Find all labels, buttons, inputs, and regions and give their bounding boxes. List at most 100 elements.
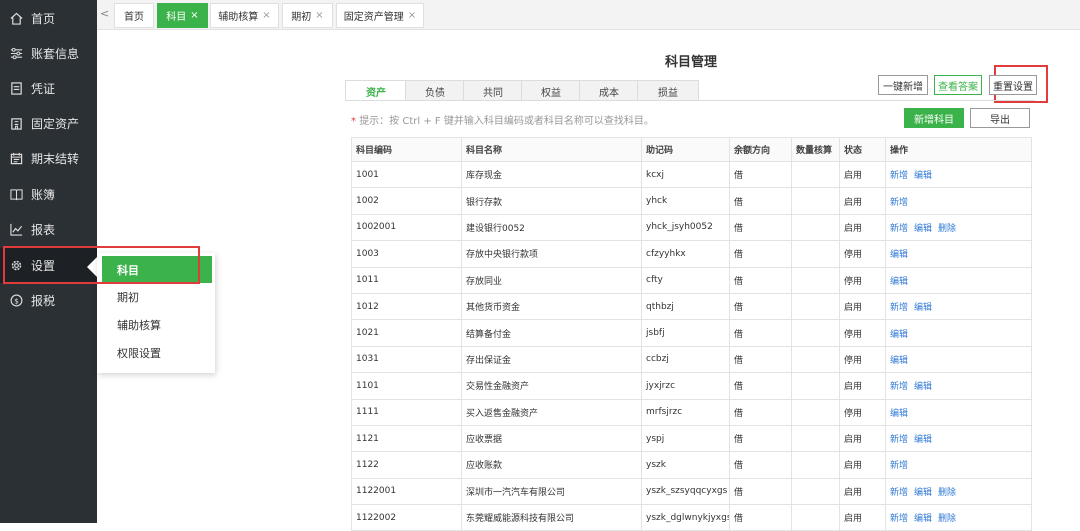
add-link[interactable]: 新增 [890,461,908,471]
edit-link[interactable]: 编辑 [914,435,932,445]
cell-name: 交易性金融资产 [461,372,642,400]
reset-settings-button[interactable]: 重置设置 [989,75,1037,95]
table-row[interactable]: 1001 库存现金 kcxj 借 启用 新增 编辑 [351,160,1032,189]
edit-link[interactable]: 编辑 [890,330,908,340]
sidebar-item-fixed-assets[interactable]: 固定资产 [0,106,97,141]
add-link[interactable]: 新增 [890,198,908,208]
table-row[interactable]: 1011 存放同业 cfty 借 停用 编辑 [351,266,1032,294]
tab-equity[interactable]: 权益 [521,80,581,101]
tab-liabilities[interactable]: 负债 [405,80,465,101]
cell-direction: 借 [729,504,792,531]
table-row[interactable]: 1002 银行存款 yhck 借 启用 新增 [351,187,1032,215]
sidebar-item-settings[interactable]: 设置 [0,248,97,283]
delete-link[interactable]: 删除 [938,488,956,498]
edit-link[interactable]: 编辑 [914,382,932,392]
tab-fixed-asset-mgmt[interactable]: 固定资产管理 × [336,3,424,28]
sidebar-item-label: 设置 [31,259,56,273]
edit-link[interactable]: 编辑 [914,171,932,181]
close-icon[interactable]: × [262,10,270,21]
sidebar-item-ledger[interactable]: 账簿 [0,177,97,212]
cell-code: 1101 [351,372,462,400]
close-icon[interactable]: × [315,10,323,21]
cell-status: 启用 [839,451,886,479]
cell-code: 1001 [351,160,462,189]
export-button[interactable]: 导出 [970,108,1030,128]
table-row[interactable]: 1122001 深圳市一汽汽车有限公司 yszk_szsyqqcyxgs 借 启用 新增编… [351,477,1032,506]
add-subject-button[interactable]: 新增科目 [904,108,964,128]
cell-name: 应收账款 [461,451,642,479]
edit-link[interactable]: 编辑 [890,409,908,419]
column-header: 操作 [885,137,1032,162]
delete-link[interactable]: 删除 [938,224,956,234]
tab-assets[interactable]: 资产 [345,80,407,101]
tab-profit-loss[interactable]: 损益 [637,80,699,101]
flyout-item-aux-accounting[interactable]: 辅助核算 [102,311,212,338]
close-icon[interactable]: × [408,10,416,21]
sidebar: 首页 账套信息 凭证 固定资产 期末结转 账簿 报表 设置 $ 报税 [0,0,97,523]
cell-qty [791,187,840,215]
table-row[interactable]: 1031 存出保证金 ccbzj 借 停用 编辑 [351,345,1032,374]
table-row[interactable]: 1021 结算备付金 jsbfj 借 停用 编辑 [351,319,1032,347]
table-row[interactable]: 1101 交易性金融资产 jyxjrzc 借 启用 新增 编辑 [351,372,1032,400]
edit-link[interactable]: 编辑 [890,277,908,287]
cell-qty [791,160,840,189]
add-link[interactable]: 新增 [890,382,908,392]
edit-link[interactable]: 编辑 [890,356,908,366]
add-link[interactable]: 新增 [890,303,908,313]
cell-actions: 新增 编辑 删除 [885,477,1032,506]
edit-link[interactable]: 编辑 [914,303,932,313]
edit-link[interactable]: 编辑 [890,250,908,260]
cell-direction: 借 [729,451,792,479]
add-link[interactable]: 新增 [890,435,908,445]
sidebar-item-period-end[interactable]: 期末结转 [0,141,97,176]
cell-status: 启用 [839,160,886,189]
cell-qty [791,266,840,294]
tab-label: 辅助核算 [218,12,259,23]
table-row[interactable]: 1122002 东莞耀威能源科技有限公司 yszk_dglwnykjyxgs 借 启用新… [351,504,1032,531]
close-icon[interactable]: × [190,10,198,21]
line-chart-icon [10,223,23,236]
tab-common[interactable]: 共同 [463,80,523,101]
sidebar-item-home[interactable]: 首页 [0,1,97,36]
tab-scroll-left-icon[interactable]: < [100,7,109,20]
tab-label: 科目 [166,12,187,23]
tab-home[interactable]: 首页 [114,3,154,28]
table-row[interactable]: 1111 买入返售金融资产 mrfsjrzc 借 停用 编辑 [351,398,1032,426]
cell-direction: 借 [729,319,792,347]
add-link[interactable]: 新增 [890,488,908,498]
sidebar-item-tax[interactable]: $ 报税 [0,283,97,318]
cell-name: 深圳市一汽汽车有限公司 [461,477,642,506]
cell-qty [791,398,840,426]
gear-icon [11,260,22,271]
sidebar-item-voucher[interactable]: 凭证 [0,71,97,106]
one-click-add-button[interactable]: 一键新增 [878,75,928,95]
table-row[interactable]: 1012 其他货币资金 qthbzj 借 启用 新增 编辑 [351,292,1032,321]
sidebar-item-account-info[interactable]: 账套信息 [0,36,97,71]
table-row[interactable]: 1121 应收票据 yspj 借 启用 新增 编辑 [351,424,1032,453]
table-row[interactable]: 1122 应收账款 yszk 借 启用 新增 [351,451,1032,479]
sidebar-item-label: 报税 [31,294,56,308]
cell-actions: 新增 编辑 [885,424,1032,453]
tab-opening[interactable]: 期初 × [282,3,333,28]
edit-link[interactable]: 编辑 [914,224,932,234]
edit-link[interactable]: 编辑 [914,488,932,498]
table-body: 1001 库存现金 kcxj 借启用 新增 编辑 1002 银行存款 yhck 借启用 新增 1002… [351,160,1032,531]
sidebar-item-reports[interactable]: 报表 [0,212,97,247]
view-answer-button[interactable]: 查看答案 [934,75,982,95]
table-row[interactable]: 1002001 建设银行0052 yhck_jsyh0052 借 启用 新增 编辑 删除 [351,213,1032,242]
tab-aux-accounting[interactable]: 辅助核算 × [210,3,279,28]
cell-code: 1002 [351,187,462,215]
flyout-item-subjects[interactable]: 科目 [102,256,212,283]
cell-qty [791,292,840,321]
flyout-item-permissions[interactable]: 权限设置 [102,339,212,366]
cell-actions: 新增 [885,451,1032,479]
add-link[interactable]: 新增 [890,171,908,181]
cell-name: 应收票据 [461,424,642,453]
table-row[interactable]: 1003 存放中央银行款项 cfzyyhkx 借 停用 编辑 [351,240,1032,268]
tab-label: 期初 [291,12,312,23]
column-header: 科目名称 [461,137,642,162]
tab-cost[interactable]: 成本 [579,80,639,101]
tab-subjects[interactable]: 科目 × [157,3,208,28]
add-link[interactable]: 新增 [890,224,908,234]
flyout-item-opening[interactable]: 期初 [102,283,212,310]
